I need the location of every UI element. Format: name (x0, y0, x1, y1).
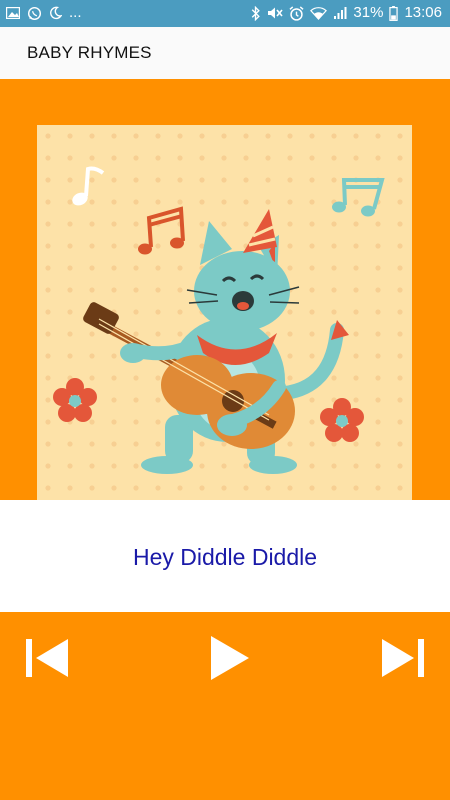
image-icon (6, 7, 20, 19)
status-bar: ... 31% 13:06 (0, 0, 450, 27)
more-notifications-indicator: ... (69, 4, 82, 21)
play-button[interactable] (206, 632, 252, 684)
now-playing-panel: Hey Diddle Diddle (0, 500, 450, 612)
whatsapp-icon (27, 6, 42, 20)
app-title: BABY RHYMES (27, 43, 152, 62)
song-artwork-image (37, 125, 412, 500)
alarm-icon (289, 5, 304, 21)
skip-next-icon (382, 639, 424, 677)
moon-icon (50, 6, 62, 20)
bluetooth-icon (252, 5, 261, 21)
next-button[interactable] (378, 634, 428, 682)
mute-icon (268, 7, 284, 19)
song-title: Hey Diddle Diddle (132, 544, 318, 570)
play-icon (211, 636, 249, 680)
battery-icon (389, 5, 399, 21)
playback-controls (0, 612, 450, 800)
artwork-section (0, 79, 450, 500)
battery-percent: 31% (353, 4, 384, 21)
skip-previous-icon (26, 639, 68, 677)
app-bar: BABY RHYMES (0, 27, 450, 79)
clock: 13:06 (404, 4, 442, 21)
wifi-icon (310, 6, 328, 20)
signal-icon (334, 7, 347, 19)
previous-button[interactable] (22, 634, 72, 682)
